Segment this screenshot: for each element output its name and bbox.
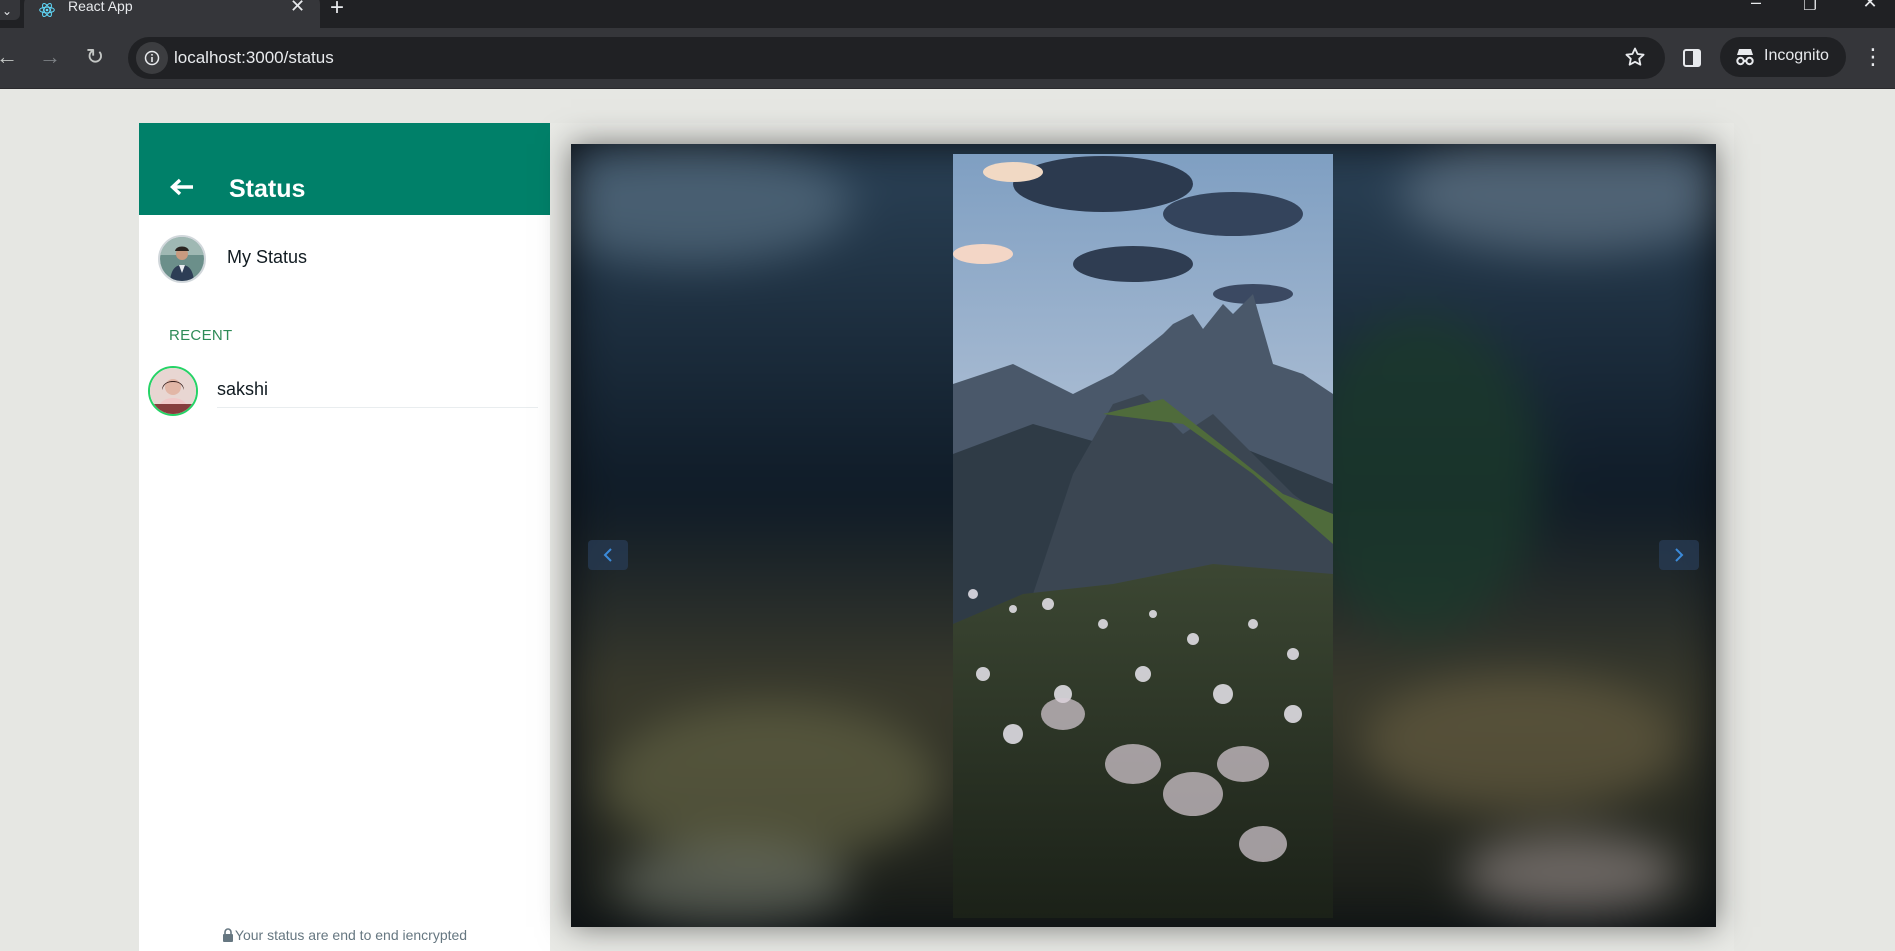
- previous-status-button[interactable]: [588, 540, 628, 570]
- side-panel-icon[interactable]: [1682, 48, 1702, 68]
- browser-tab[interactable]: React App ✕: [24, 0, 320, 28]
- forward-nav-icon[interactable]: →: [35, 42, 65, 72]
- restore-window-icon[interactable]: ❐: [1798, 0, 1822, 14]
- next-status-button[interactable]: [1659, 540, 1699, 570]
- url-text[interactable]: localhost:3000/status: [174, 48, 334, 68]
- browser-toolbar: ← → ↻ localhost:3000/status Incognito ⋮: [0, 28, 1895, 89]
- lock-icon: [222, 928, 233, 942]
- my-status-label: My Status: [227, 247, 308, 267]
- status-sidebar: Status My Status RECENT sakshi Your stat…: [139, 123, 550, 951]
- incognito-profile-button[interactable]: Incognito: [1720, 37, 1846, 77]
- tab-title: React App: [68, 0, 133, 14]
- recent-section-label: RECENT: [169, 327, 233, 344]
- contact-avatar[interactable]: [148, 366, 198, 416]
- incognito-label: Incognito: [1764, 47, 1829, 64]
- my-status-avatar[interactable]: [158, 235, 206, 283]
- status-page-title: Status: [229, 175, 306, 203]
- contact-divider: [217, 407, 538, 408]
- bookmark-star-icon[interactable]: [1623, 45, 1647, 69]
- contact-name: sakshi: [217, 379, 269, 399]
- status-viewer: [571, 144, 1716, 927]
- minimize-window-icon[interactable]: –: [1744, 0, 1768, 13]
- status-story-image: [953, 154, 1333, 918]
- encryption-note: Your status are end to end iencrypted: [139, 927, 550, 943]
- close-window-icon[interactable]: ✕: [1858, 0, 1882, 13]
- back-nav-icon[interactable]: ←: [0, 42, 22, 72]
- reload-icon[interactable]: ↻: [80, 42, 110, 72]
- address-bar[interactable]: localhost:3000/status: [128, 37, 1665, 79]
- back-arrow-icon[interactable]: [169, 177, 195, 197]
- chevron-left-icon: [603, 548, 612, 562]
- browser-tab-strip: ⌄ React App ✕ + – ❐ ✕: [0, 0, 1895, 28]
- incognito-icon: [1736, 49, 1754, 66]
- tab-search-button[interactable]: ⌄: [0, 0, 20, 20]
- new-tab-plus-icon[interactable]: +: [330, 0, 344, 22]
- react-logo-icon: [39, 3, 55, 17]
- my-status-row[interactable]: My Status: [139, 215, 550, 295]
- site-info-icon[interactable]: [136, 42, 168, 74]
- browser-menu-kebab-icon[interactable]: ⋮: [1862, 42, 1884, 72]
- status-contact-row[interactable]: sakshi: [139, 363, 550, 437]
- tab-close-icon[interactable]: ✕: [290, 0, 305, 17]
- chevron-right-icon: [1675, 548, 1684, 562]
- encryption-note-text: Your status are end to end iencrypted: [234, 927, 468, 943]
- status-header: Status: [139, 123, 550, 215]
